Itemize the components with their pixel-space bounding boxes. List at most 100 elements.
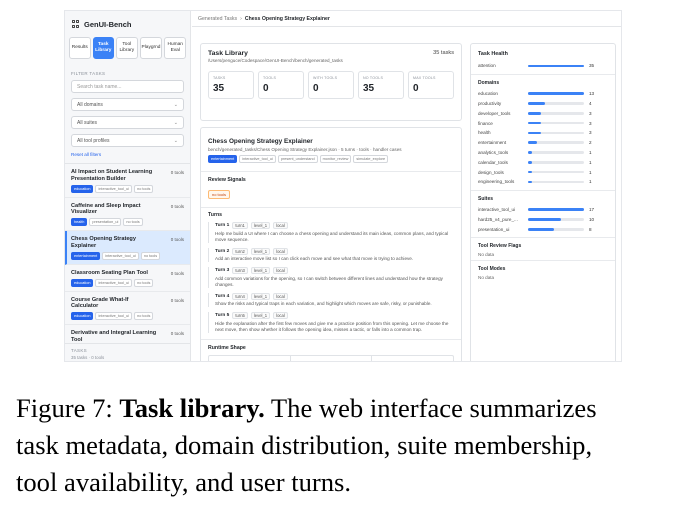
task-path: bench/generated_tasks/Chess Opening Stra… [208,147,402,152]
tab-playground[interactable]: Playgrnd [139,37,163,59]
health-bar-row: health 3 [471,128,615,138]
turn-name: Turn 2 [215,248,230,254]
task-item-badges: health presentation_ui no tools [71,218,184,227]
bar-track [528,170,584,174]
tab-human-eval[interactable]: Human Eval [164,37,186,59]
tool-profile-select[interactable]: All tool profiles ⌄ [71,134,184,147]
library-count: 35 tasks [433,50,454,56]
bar-track [528,121,584,125]
turn-header: Turn 4 turn4 level_1 local [215,292,454,300]
suite-select-value: All suites [77,119,98,126]
bar-value: 1 [589,179,592,185]
app-screenshot: GenUI-Bench Results Task Library Tool Li… [64,10,622,362]
breadcrumb: Generated Tasks › Chess Opening Strategy… [192,11,621,27]
bar-value: 1 [589,159,592,165]
main-panel: Generated Tasks › Chess Opening Strategy… [192,11,621,361]
bar-value: 10 [589,216,595,222]
bar-value: 13 [589,91,595,97]
task-health-card: Task Health attention 35 Domains educatio… [470,43,616,361]
task-search-input[interactable]: Search task name... [71,80,184,93]
task-item-badge: interactive_tool_ui [102,251,139,260]
turn-level-tag: level_1 [250,312,271,319]
bar-label: hard25_v4_pure_... [478,216,518,222]
task-item-title: Caffeine and Sleep Impact Visualizer [71,202,141,216]
bar-value: 1 [589,169,592,175]
turn-scope-tag: local [273,292,288,300]
task-item-row: Course Grade What-If Calculator 0 tools [71,297,184,311]
turn-name: Turn 5 [215,313,230,318]
stat-box: TASKS 35 [208,71,254,99]
health-bar-row: finance 3 [471,118,615,128]
health-bar-row: developer_tools 3 [471,108,615,118]
tool-modes-label: Tool Modes [471,260,615,275]
domain-select[interactable]: All domains ⌄ [71,98,184,111]
stat-box: MAX TOOLS 0 [408,71,454,99]
library-stats: TASKS 35 TOOLS 0 WITH TOOLS 0 NO TOOLS 35 MAX TO… [201,63,461,99]
task-library-card: Task Library 35 tasks /Users/penguce/Cod… [200,43,462,121]
bar-value: 3 [589,120,592,126]
search-placeholder: Search task name... [77,83,122,90]
bar-fill [528,131,541,135]
task-item-badge: entertainment [71,251,101,260]
task-list-item[interactable]: Course Grade What-If Calculator 0 tools ed… [65,292,190,326]
tool-review-flags-value: No data [478,252,495,258]
health-bar-row: analytics_tools 1 [471,148,615,158]
health-title: Task Health [478,51,508,57]
task-list-item[interactable]: Chess Opening Strategy Explainer 0 tools e… [65,231,190,265]
task-item-badges: entertainment interactive_tool_ui no tools [71,251,184,260]
task-item-tool-count: 0 tools [170,270,184,276]
reset-filters-link[interactable]: Reset all filters [71,152,184,157]
runtime-shape-table [208,354,454,361]
task-item-row: Caffeine and Sleep Impact Visualizer 0 to… [71,203,184,217]
bar-track [528,102,584,105]
health-bar-row: attention 35 [471,61,615,71]
suites-label: Suites [471,189,615,205]
turn-text: Show the risks and typical traps in each… [215,301,432,306]
nav-tabs: Results Task Library Tool Library Playgr… [65,34,190,59]
bar-track [528,92,584,95]
stat-label: TOOLS [263,76,277,80]
task-item-badge: health [71,218,88,227]
stat-label: TASKS [213,76,226,80]
turn-text: Hide the explanation after the first few… [215,320,449,332]
runtime-shape-label: Runtime Shape [208,344,246,351]
task-list-item[interactable]: Caffeine and Sleep Impact Visualizer 0 to… [65,198,190,232]
task-item-badge: interactive_tool_ui [95,184,133,193]
caption-prefix: Figure 7: [16,393,120,423]
bar-value: 3 [589,110,592,116]
bar-track [528,228,584,231]
turn-id-tag: turn5 [232,312,248,319]
bar-value: 1 [589,149,592,155]
task-item-title: Chess Opening Strategy Explainer [71,236,136,249]
stat-value: 0 [263,83,269,94]
bar-track [528,161,584,164]
tab-tool-library[interactable]: Tool Library [116,37,138,59]
suite-bars: interactive_tool_ui 17 hard25_v4_pure_... 1… [471,205,615,234]
bar-label: presentation_ui [478,226,510,232]
task-item-title: AI Impact on Student Learning Presentati… [71,169,153,182]
breadcrumb-root[interactable]: Generated Tasks [198,16,237,22]
bar-label: health [478,130,491,136]
domain-select-value: All domains [77,101,103,108]
tab-results[interactable]: Results [69,37,91,59]
task-list-item[interactable]: Classroom Seating Plan Tool 0 tools educat… [65,265,190,292]
caption-bold: Task library. [119,393,265,423]
tab-task-library[interactable]: Task Library [92,37,115,59]
health-bar-row: presentation_ui 8 [471,224,615,234]
tasks-footer-label: TASKS [71,348,87,353]
health-bar-row: interactive_tool_ui 17 [471,205,615,215]
task-list-item[interactable]: AI Impact on Student Learning Presentati… [65,164,190,198]
bar-track [528,208,584,211]
task-item-badge: education [71,278,94,287]
bar-fill [528,218,561,221]
bar-fill [528,141,537,144]
review-signals-label: Review Signals [208,177,246,183]
turn-block: Turn 2 turn2 level_1 local Add an interactiv… [208,247,454,262]
breadcrumb-separator: › [240,15,242,22]
turn-block: Turn 4 turn4 level_1 local Show the risks an… [208,292,454,307]
task-item-badges: educationinteractive_tool_uino tools [71,184,184,193]
task-item-tool-count: 0 tools [170,331,184,337]
health-bar-row: design_tools 1 [471,167,615,177]
suite-select[interactable]: All suites ⌄ [71,116,184,129]
task-badges: entertainment interactive_tool_ui present_… [201,152,461,163]
